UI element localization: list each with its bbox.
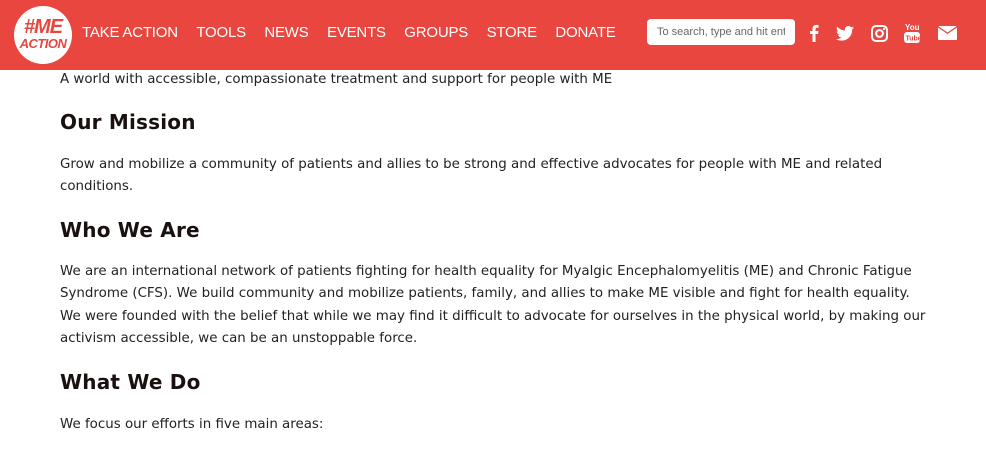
page-content: A world with accessible, compassionate t… (60, 69, 930, 436)
meaction-logo[interactable]: #ME ACTION (14, 6, 72, 64)
facebook-icon[interactable] (805, 22, 823, 44)
svg-text:You: You (905, 23, 920, 32)
instagram-icon[interactable] (869, 22, 889, 44)
who-we-are-text: We are an international network of patie… (60, 263, 926, 347)
nav-donate[interactable]: DONATE (555, 24, 615, 41)
nav-tools[interactable]: TOOLS (196, 24, 246, 41)
what-we-do-heading: What We Do (60, 369, 201, 394)
nav-groups[interactable]: GROUPS (404, 24, 468, 41)
mission-text: Grow and mobilize a community of patient… (60, 156, 883, 195)
search-input[interactable] (647, 19, 795, 45)
logo-line-1: #ME (23, 16, 63, 38)
nav-store[interactable]: STORE (487, 24, 538, 41)
logo-line-2: ACTION (19, 36, 67, 51)
youtube-icon[interactable]: You Tube (902, 22, 922, 44)
twitter-icon[interactable] (835, 22, 855, 44)
mission-heading: Our Mission (60, 109, 196, 134)
email-icon[interactable] (936, 22, 958, 44)
nav-news[interactable]: NEWS (264, 24, 308, 41)
who-we-are-heading: Who We Are (60, 217, 200, 242)
svg-text:Tube: Tube (906, 36, 922, 43)
main-nav: TAKE ACTION TOOLS NEWS EVENTS GROUPS STO… (82, 24, 630, 42)
nav-events[interactable]: EVENTS (327, 24, 386, 41)
nav-take-action[interactable]: TAKE ACTION (82, 24, 178, 41)
top-navigation-bar: #ME ACTION TAKE ACTION TOOLS NEWS EVENTS… (0, 0, 986, 70)
what-we-do-text: We focus our efforts in five main areas: (60, 416, 324, 432)
vision-text: A world with accessible, compassionate t… (60, 72, 613, 87)
